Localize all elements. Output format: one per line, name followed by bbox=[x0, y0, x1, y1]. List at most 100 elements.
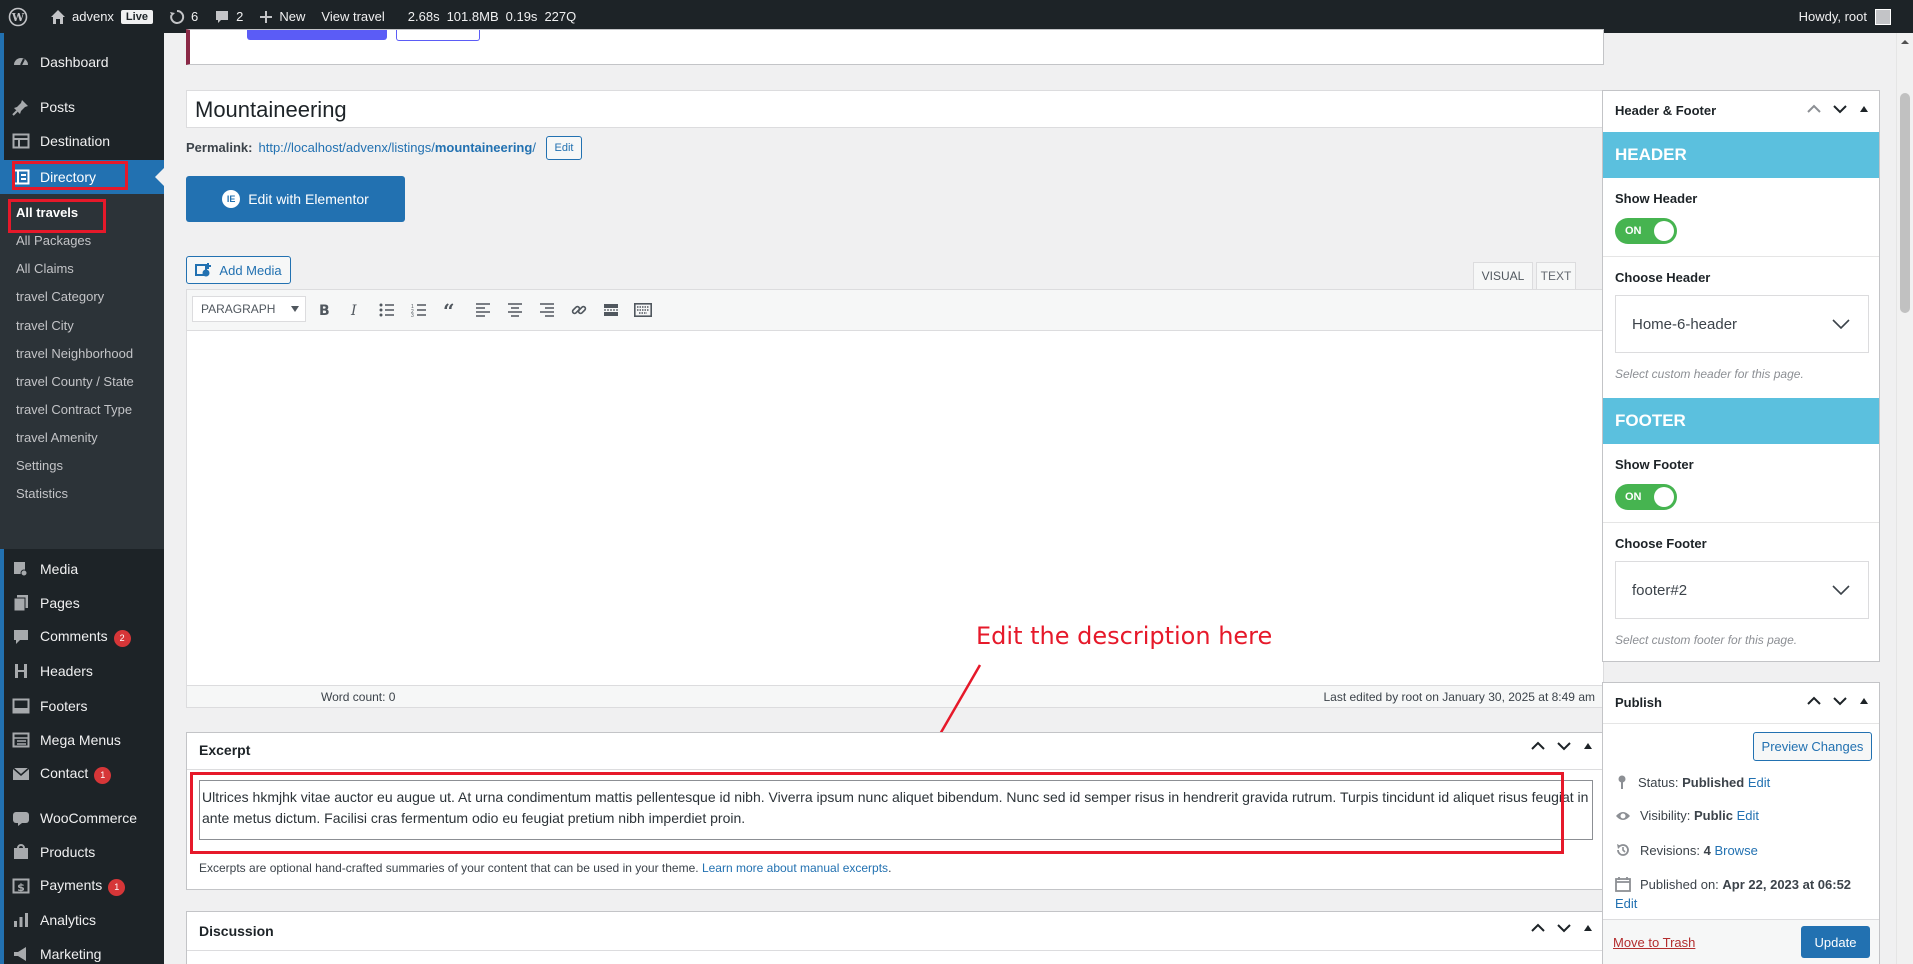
add-media-button[interactable]: Add Media bbox=[186, 256, 291, 284]
align-left-icon bbox=[476, 303, 490, 317]
revisions-browse-link[interactable]: Browse bbox=[1714, 843, 1757, 858]
my-account-menu[interactable]: Howdy, root bbox=[1791, 0, 1899, 33]
choose-header-label: Choose Header bbox=[1615, 270, 1711, 285]
sidebar-item-footers[interactable]: Footers bbox=[0, 689, 164, 723]
toolbar-toggle-button[interactable] bbox=[633, 300, 653, 320]
sidebar-item-media[interactable]: Media bbox=[0, 552, 164, 586]
chevron-up-icon[interactable] bbox=[1807, 104, 1821, 114]
sidebar-item-dashboard[interactable]: Dashboard bbox=[0, 45, 164, 79]
show-footer-toggle[interactable]: ON bbox=[1615, 484, 1677, 510]
publish-actions: Move to Trash Update bbox=[1603, 919, 1879, 964]
notice-primary-button[interactable] bbox=[247, 30, 387, 40]
sidebar-label-destination: Destination bbox=[40, 133, 111, 149]
link-button[interactable] bbox=[569, 300, 589, 320]
howdy-label: Howdy, root bbox=[1798, 9, 1867, 24]
chevron-down-icon[interactable] bbox=[1557, 741, 1571, 751]
post-title-field[interactable]: Mountaineering bbox=[186, 90, 1604, 128]
wp-logo-menu[interactable]: W bbox=[0, 0, 42, 33]
excerpt-help-end: . bbox=[888, 861, 892, 875]
elementor-button-label: Edit with Elementor bbox=[248, 191, 369, 207]
collapse-triangle-icon[interactable] bbox=[1583, 742, 1593, 750]
tab-text[interactable]: TEXT bbox=[1536, 262, 1576, 289]
page-scrollbar[interactable] bbox=[1896, 33, 1913, 964]
sidebar-item-marketing[interactable]: Marketing bbox=[0, 937, 164, 964]
move-to-trash-link[interactable]: Move to Trash bbox=[1613, 935, 1695, 950]
bullet-list-button[interactable] bbox=[377, 300, 397, 320]
submenu-all-packages[interactable]: All Packages bbox=[16, 233, 91, 248]
collapse-triangle-icon[interactable] bbox=[1859, 105, 1869, 113]
sidebar-item-analytics[interactable]: Analytics bbox=[0, 903, 164, 937]
chevron-up-icon[interactable] bbox=[1807, 696, 1821, 706]
sidebar-item-payments[interactable]: $ Payments 1 bbox=[0, 869, 164, 903]
sidebar-label-mega-menus: Mega Menus bbox=[40, 732, 121, 748]
preview-changes-button[interactable]: Preview Changes bbox=[1753, 732, 1872, 761]
permalink-base: http://localhost/advenx/listings/ bbox=[258, 140, 435, 155]
chevron-down-icon[interactable] bbox=[1833, 696, 1847, 706]
submenu-all-claims[interactable]: All Claims bbox=[16, 261, 74, 276]
update-button[interactable]: Update bbox=[1801, 926, 1870, 958]
blockquote-button[interactable]: “ bbox=[441, 300, 461, 320]
status-edit-link[interactable]: Edit bbox=[1748, 775, 1770, 790]
header-footer-controls bbox=[1807, 104, 1869, 114]
submenu-travel-county-state[interactable]: travel County / State bbox=[16, 374, 134, 389]
header-select-value: Home-6-header bbox=[1632, 315, 1738, 333]
editor-canvas[interactable] bbox=[187, 331, 1603, 687]
visibility-edit-link[interactable]: Edit bbox=[1737, 808, 1759, 823]
header-band: HEADER bbox=[1603, 132, 1879, 178]
submenu-travel-contract-type[interactable]: travel Contract Type bbox=[16, 402, 132, 417]
woo-icon bbox=[13, 812, 29, 826]
footer-select[interactable]: footer#2 bbox=[1615, 561, 1869, 619]
read-more-button[interactable] bbox=[601, 300, 621, 320]
align-right-button[interactable] bbox=[537, 300, 557, 320]
permalink-edit-button[interactable]: Edit bbox=[546, 136, 582, 160]
sidebar-item-woocommerce[interactable]: WooCommerce bbox=[0, 801, 164, 835]
align-center-button[interactable] bbox=[505, 300, 525, 320]
submenu-travel-amenity[interactable]: travel Amenity bbox=[16, 430, 98, 445]
permalink-link[interactable]: http://localhost/advenx/listings/mountai… bbox=[258, 140, 535, 155]
publish-status-row: Status: Published Edit bbox=[1615, 774, 1770, 790]
scrollbar-thumb[interactable] bbox=[1900, 93, 1910, 313]
collapse-triangle-icon[interactable] bbox=[1583, 924, 1593, 932]
sidebar-item-contact[interactable]: Contact 1 bbox=[0, 757, 164, 791]
sidebar-item-mega-menus[interactable]: Mega Menus bbox=[0, 723, 164, 757]
sidebar-item-destination[interactable]: Destination bbox=[0, 124, 164, 158]
scroll-up-icon[interactable] bbox=[1897, 36, 1913, 48]
submenu-settings[interactable]: Settings bbox=[16, 458, 63, 473]
edit-with-elementor-button[interactable]: IE Edit with Elementor bbox=[186, 176, 405, 222]
excerpt-help-link[interactable]: Learn more about manual excerpts bbox=[702, 861, 888, 875]
numbered-list-button[interactable]: 123 bbox=[409, 300, 429, 320]
chevron-down-icon[interactable] bbox=[1833, 104, 1847, 114]
bold-button[interactable]: B bbox=[314, 300, 334, 320]
chevron-up-icon[interactable] bbox=[1531, 741, 1545, 751]
sidebar-item-posts[interactable]: Posts bbox=[0, 90, 164, 124]
sidebar-item-headers[interactable]: Headers bbox=[0, 654, 164, 688]
publish-title: Publish bbox=[1615, 695, 1662, 710]
submenu-travel-city[interactable]: travel City bbox=[16, 318, 74, 333]
submenu-travel-category[interactable]: travel Category bbox=[16, 289, 104, 304]
published-edit-link[interactable]: Edit bbox=[1615, 896, 1637, 911]
sidebar-item-comments[interactable]: Comments 2 bbox=[0, 620, 164, 654]
pages-icon bbox=[13, 595, 28, 612]
products-icon bbox=[14, 844, 28, 859]
collapse-triangle-icon[interactable] bbox=[1859, 697, 1869, 705]
excerpt-divider bbox=[187, 769, 1603, 770]
sidebar-label-payments: Payments 1 bbox=[40, 877, 126, 896]
payments-icon: $ bbox=[12, 878, 30, 894]
italic-button[interactable]: I bbox=[345, 300, 365, 320]
format-select[interactable]: PARAGRAPH bbox=[192, 296, 306, 322]
submenu-statistics[interactable]: Statistics bbox=[16, 486, 68, 501]
tab-visual[interactable]: VISUAL bbox=[1473, 262, 1533, 289]
header-footer-panel: Header & Footer HEADER Show Header ON Ch… bbox=[1602, 90, 1880, 662]
chevron-down-icon[interactable] bbox=[1557, 923, 1571, 933]
site-name-menu[interactable]: advenx Live bbox=[42, 0, 161, 33]
header-select[interactable]: Home-6-header bbox=[1615, 295, 1869, 353]
show-header-toggle[interactable]: ON bbox=[1615, 218, 1677, 244]
chevron-up-icon[interactable] bbox=[1531, 923, 1545, 933]
excerpt-help-text: Excerpts are optional hand-crafted summa… bbox=[199, 861, 699, 875]
notice-secondary-button[interactable] bbox=[396, 30, 480, 41]
sidebar-item-products[interactable]: Products bbox=[0, 835, 164, 869]
submenu-travel-neighborhood[interactable]: travel Neighborhood bbox=[16, 346, 133, 361]
align-left-button[interactable] bbox=[473, 300, 493, 320]
dashboard-icon bbox=[14, 58, 28, 66]
sidebar-item-pages[interactable]: Pages bbox=[0, 586, 164, 620]
